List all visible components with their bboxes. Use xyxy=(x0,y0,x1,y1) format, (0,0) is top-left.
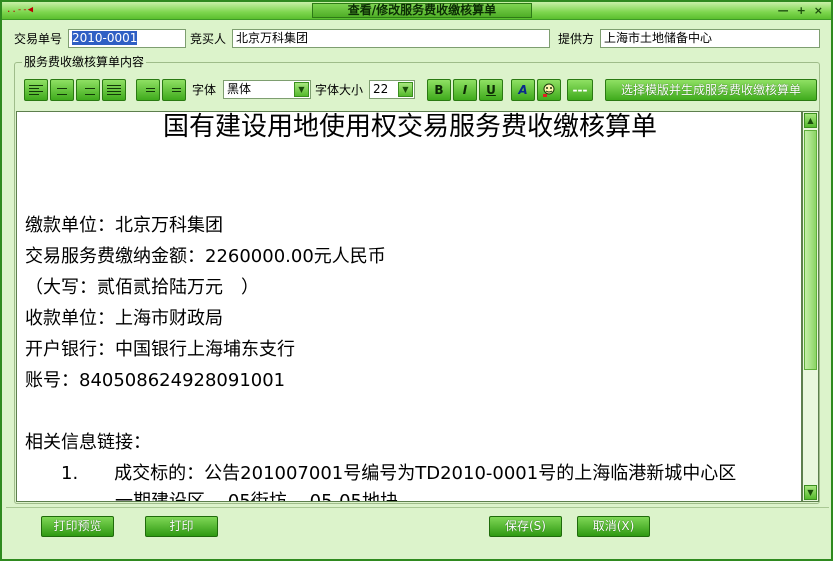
document-editor[interactable]: 国有建设用地使用权交易服务费收缴核算单 缴款单位：北京万科集团 交易服务费缴纳金… xyxy=(16,111,802,502)
underline-button[interactable]: U xyxy=(479,79,503,101)
align-right-icon xyxy=(81,85,95,95)
footer-divider xyxy=(6,507,829,508)
align-justify-button[interactable] xyxy=(102,79,126,101)
align-center-icon xyxy=(55,85,69,95)
outdent-button[interactable] xyxy=(136,79,160,101)
provider-label: 提供方 xyxy=(558,32,595,46)
align-justify-icon xyxy=(107,85,121,95)
trade-no-label: 交易单号 xyxy=(14,32,63,46)
cancel-button[interactable]: 取消(X) xyxy=(577,516,650,537)
italic-button[interactable]: I xyxy=(453,79,477,101)
font-label: 字体 xyxy=(192,83,217,97)
scroll-down-icon[interactable]: ▼ xyxy=(804,485,817,500)
trade-no-value: 2010-0001 xyxy=(72,31,138,45)
font-size-label: 字体大小 xyxy=(315,83,364,97)
app-logo-icon: ..--◀ xyxy=(6,5,34,15)
font-color-icon: A xyxy=(518,83,528,97)
doc-line-payee: 收款单位：上海市财政局 xyxy=(25,308,223,329)
outdent-icon xyxy=(141,85,155,95)
close-icon[interactable]: × xyxy=(814,3,823,18)
print-preview-button[interactable]: 打印预览 xyxy=(41,516,114,537)
bold-button[interactable]: B xyxy=(427,79,451,101)
maximize-icon[interactable]: + xyxy=(797,3,806,18)
document-title: 国有建设用地使用权交易服务费收缴核算单 xyxy=(162,112,657,142)
scroll-thumb[interactable] xyxy=(804,130,817,370)
window-title: 查看/修改服务费收缴核算单 xyxy=(312,3,532,18)
doc-line-amount-words: （大写：贰佰贰拾陆万元 ） xyxy=(25,277,259,298)
align-right-button[interactable] xyxy=(76,79,100,101)
chevron-down-icon[interactable]: ▼ xyxy=(398,82,413,97)
align-left-button[interactable] xyxy=(24,79,48,101)
more-options-button[interactable]: --- xyxy=(567,79,593,101)
scroll-up-icon[interactable]: ▲ xyxy=(804,113,817,128)
font-select-value: 黑体 xyxy=(227,82,252,96)
content-group-label: 服务费收缴核算单内容 xyxy=(22,55,147,69)
doc-line-account: 账号：840508624928091001 xyxy=(25,370,286,391)
window-controls: — + × xyxy=(778,3,823,18)
buyer-field[interactable]: 北京万科集团 xyxy=(232,29,550,48)
doc-line-payer: 缴款单位：北京万科集团 xyxy=(25,215,223,236)
align-left-icon xyxy=(29,85,43,95)
print-button[interactable]: 打印 xyxy=(145,516,218,537)
title-bar: ..--◀ 查看/修改服务费收缴核算单 — + × xyxy=(2,2,831,20)
buyer-label: 竞买人 xyxy=(190,32,227,46)
doc-line-links-heading: 相关信息链接： xyxy=(25,432,151,453)
doc-line-link-1-cont: 一期建设区... 05街坊... 05-05地块 xyxy=(25,491,398,502)
main-window: ..--◀ 查看/修改服务费收缴核算单 — + × 交易单号 2010-0001… xyxy=(0,0,833,561)
font-size-value: 22 xyxy=(373,82,389,96)
font-select[interactable]: 黑体 ▼ xyxy=(223,80,311,99)
indent-button[interactable] xyxy=(162,79,186,101)
font-size-select[interactable]: 22 ▼ xyxy=(369,80,415,99)
select-template-button[interactable]: 选择模版并生成服务费收缴核算单 xyxy=(605,79,817,101)
chevron-down-icon[interactable]: ▼ xyxy=(294,82,309,97)
vertical-scrollbar[interactable]: ▲ ▼ xyxy=(802,111,819,502)
trade-no-field[interactable]: 2010-0001 xyxy=(68,29,186,48)
font-color-button[interactable]: A xyxy=(511,79,535,101)
insert-image-button[interactable] xyxy=(537,79,561,101)
doc-line-amount: 交易服务费缴纳金额：2260000.00元人民币 xyxy=(25,246,386,267)
insert-image-icon xyxy=(543,83,555,97)
provider-field[interactable]: 上海市土地储备中心 xyxy=(600,29,820,48)
indent-icon xyxy=(167,85,181,95)
doc-line-link-1: 1. 成交标的：公告201007001号编号为TD2010-0001号的上海临港… xyxy=(25,463,737,484)
doc-line-bank: 开户银行：中国银行上海埔东支行 xyxy=(25,339,295,360)
save-button[interactable]: 保存(S) xyxy=(489,516,562,537)
minimize-icon[interactable]: — xyxy=(778,3,789,18)
align-center-button[interactable] xyxy=(50,79,74,101)
